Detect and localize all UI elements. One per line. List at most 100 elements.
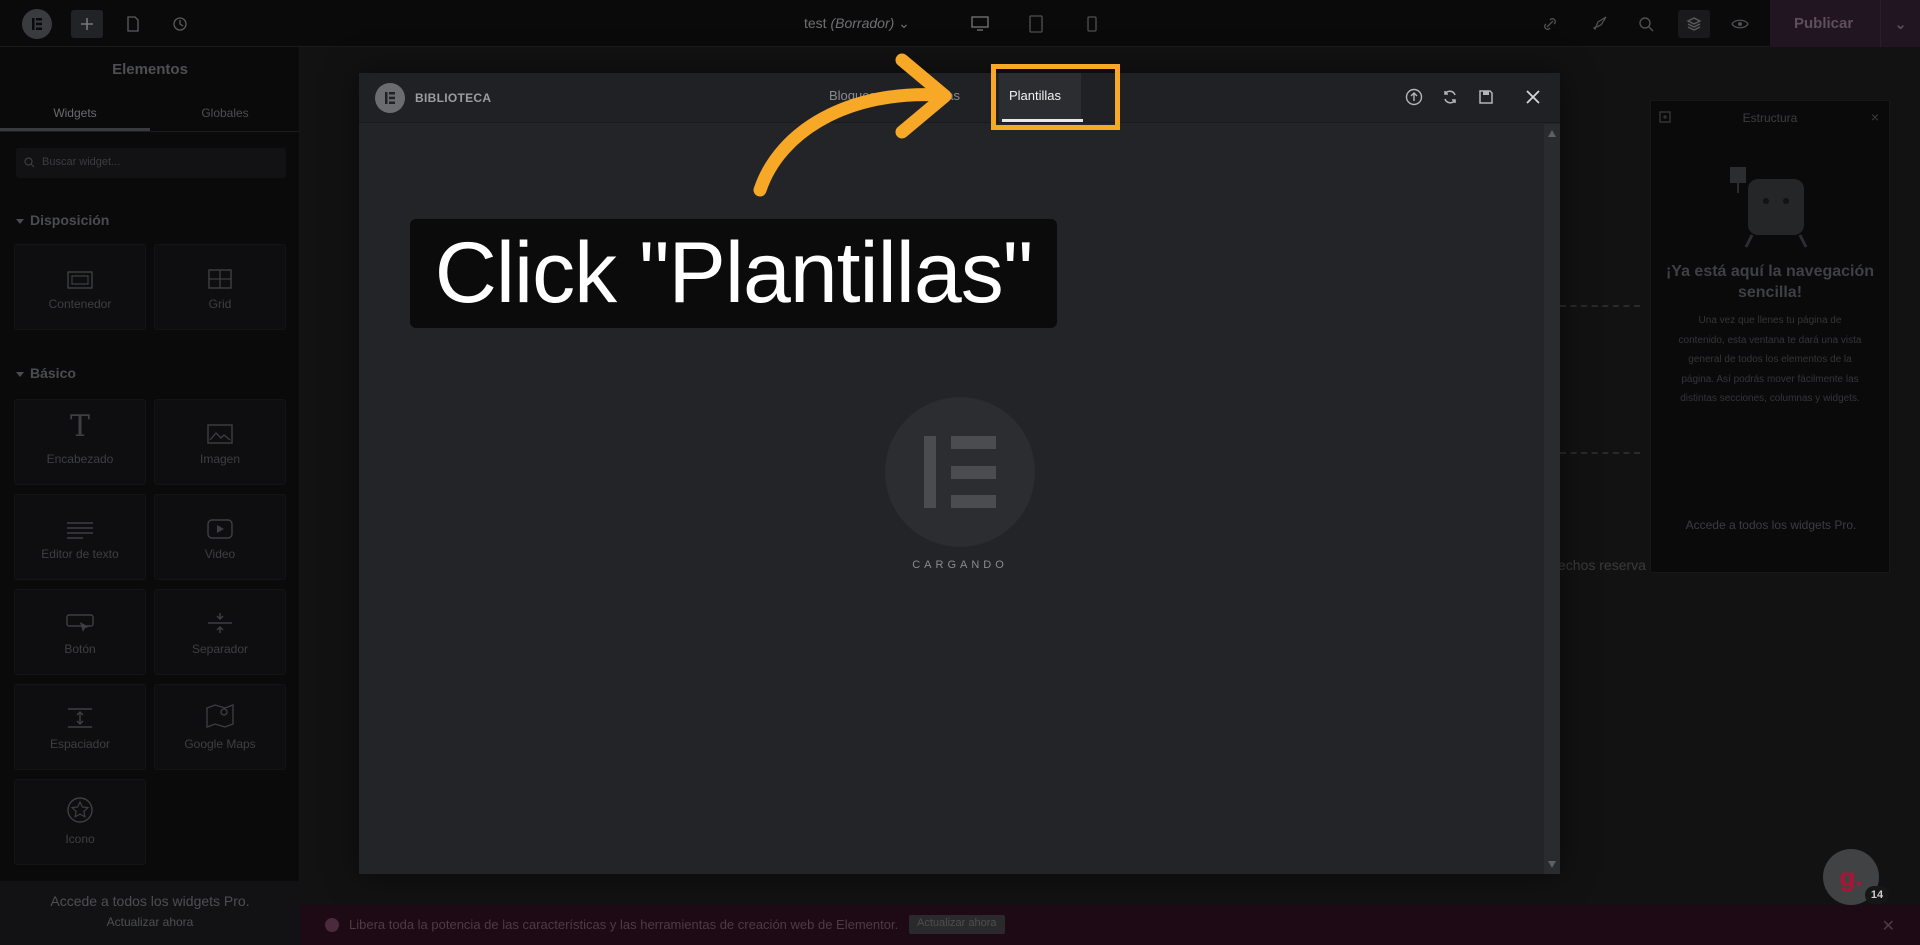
text-editor-icon [67, 522, 93, 539]
search-icon [24, 157, 35, 168]
add-element-button[interactable] [71, 10, 103, 38]
scroll-down-icon[interactable] [1548, 861, 1556, 868]
page-settings-button[interactable] [117, 10, 149, 38]
close-icon[interactable]: × [1871, 109, 1879, 125]
save-icon [1479, 90, 1493, 104]
desktop-icon [971, 16, 989, 31]
elementor-promo-icon [325, 918, 339, 932]
eye-icon [1731, 19, 1749, 29]
tutorial-arrow-icon [753, 53, 952, 197]
close-library-button[interactable] [1522, 86, 1544, 108]
elements-panel: Elementos Widgets Globales Buscar widget… [0, 47, 300, 945]
heading-icon: T [69, 409, 90, 444]
widget-separador[interactable]: Separador [154, 589, 286, 675]
video-icon [207, 519, 233, 539]
image-icon [207, 424, 233, 444]
layers-icon [1686, 17, 1702, 31]
widget-google-maps[interactable]: Google Maps [154, 684, 286, 770]
widget-video[interactable]: Video [154, 494, 286, 580]
document-status: (Borrador) [830, 15, 895, 31]
close-icon [1526, 90, 1540, 104]
history-button[interactable] [164, 10, 196, 38]
preview-button[interactable] [1724, 10, 1756, 38]
widget-search-input[interactable]: Buscar widget... [16, 148, 286, 178]
widget-editor-de-texto[interactable]: Editor de texto [14, 494, 146, 580]
pin-icon[interactable] [1659, 111, 1671, 126]
widget-icono[interactable]: Icono [14, 779, 146, 865]
pro-upsell-footer: Accede a todos los widgets Pro. Actualiz… [0, 881, 300, 945]
mobile-view-button[interactable] [1076, 10, 1108, 38]
notifications-button[interactable] [1584, 10, 1616, 38]
library-scrollbar[interactable] [1544, 124, 1560, 874]
container-icon [67, 271, 93, 289]
sync-library-button[interactable] [1439, 86, 1461, 108]
link-icon [1544, 18, 1556, 30]
notification-badge: 14 [1865, 886, 1889, 904]
button-icon [66, 614, 94, 632]
publish-button[interactable]: Publicar ⌄ [1770, 0, 1920, 47]
widget-imagen[interactable]: Imagen [154, 399, 286, 485]
desktop-view-button[interactable] [964, 10, 996, 38]
divider-icon [208, 613, 232, 633]
promo-text: Libera toda la potencia de las caracterí… [349, 917, 899, 932]
canvas-divider [1560, 452, 1640, 454]
promo-bar: Libera toda la potencia de las caracterí… [300, 905, 1920, 945]
grid-icon [208, 269, 232, 289]
elementor-logo-icon [375, 83, 405, 113]
elementor-logo-icon [32, 18, 42, 30]
document-title[interactable]: test (Borrador) ⌄ [804, 15, 910, 32]
page-settings-icon [127, 16, 139, 32]
panel-title: Elementos [112, 61, 188, 78]
structure-heading: ¡Ya está aquí la navegación sencilla! [1665, 263, 1875, 301]
empty-structure-illustration [1720, 165, 1820, 249]
history-icon [173, 17, 187, 31]
tutorial-callout: Click "Plantillas" [410, 219, 1057, 328]
top-bar: test (Borrador) ⌄ Publicar ⌄ [0, 0, 1920, 47]
widget-contenedor[interactable]: Contenedor [14, 244, 146, 330]
upgrade-link[interactable]: Actualizar ahora [0, 915, 300, 929]
library-actions [1403, 86, 1511, 108]
loading-text: CARGANDO [912, 559, 1008, 571]
structure-header: Estructura × [1651, 101, 1889, 135]
save-template-button[interactable] [1475, 86, 1497, 108]
canvas-footer-text: echos reserva [1558, 557, 1646, 573]
tab-globales[interactable]: Globales [150, 102, 300, 131]
pro-upsell-text: Accede a todos los widgets Pro. [50, 893, 250, 909]
connect-button[interactable] [1534, 10, 1566, 38]
publish-options-button[interactable]: ⌄ [1880, 0, 1920, 47]
chevron-down-icon: ⌄ [898, 15, 910, 31]
structure-panel: Estructura × ¡Ya está aquí la navegación… [1650, 100, 1890, 573]
close-icon[interactable]: ✕ [1882, 916, 1895, 936]
panel-tabs: Widgets Globales [0, 102, 300, 132]
chevron-down-icon: ⌄ [1894, 15, 1907, 33]
tutorial-highlight-box [991, 64, 1120, 130]
document-name: test [804, 15, 827, 31]
search-button[interactable] [1630, 10, 1662, 38]
widget-espaciador[interactable]: Espaciador [14, 684, 146, 770]
canvas-divider [1560, 305, 1640, 307]
search-icon [1639, 17, 1654, 32]
widget-grid[interactable]: Grid [154, 244, 286, 330]
sync-icon [1444, 90, 1456, 104]
plus-icon [81, 18, 93, 30]
library-title: BIBLIOTECA [415, 91, 492, 105]
section-basico[interactable]: Básico [16, 365, 76, 381]
tablet-view-button[interactable] [1020, 10, 1052, 38]
tablet-icon [1029, 15, 1043, 33]
structure-description: Una vez que llenes tu página de contenid… [1678, 315, 1862, 404]
mobile-icon [1087, 16, 1097, 32]
import-template-button[interactable] [1403, 86, 1425, 108]
star-icon [67, 797, 93, 823]
upload-icon [1405, 88, 1423, 106]
elementor-menu-button[interactable] [22, 9, 52, 39]
widget-encabezado[interactable]: T Encabezado [14, 399, 146, 485]
promo-upgrade-button[interactable]: Actualizar ahora [909, 915, 1005, 934]
structure-button[interactable] [1678, 10, 1710, 38]
widget-boton[interactable]: Botón [14, 589, 146, 675]
scroll-up-icon[interactable] [1548, 130, 1556, 137]
rocket-icon [1592, 16, 1607, 31]
loading-logo [885, 397, 1035, 547]
publish-label: Publicar [1794, 15, 1854, 32]
section-disposicion[interactable]: Disposición [16, 212, 109, 228]
tab-widgets[interactable]: Widgets [0, 102, 150, 131]
